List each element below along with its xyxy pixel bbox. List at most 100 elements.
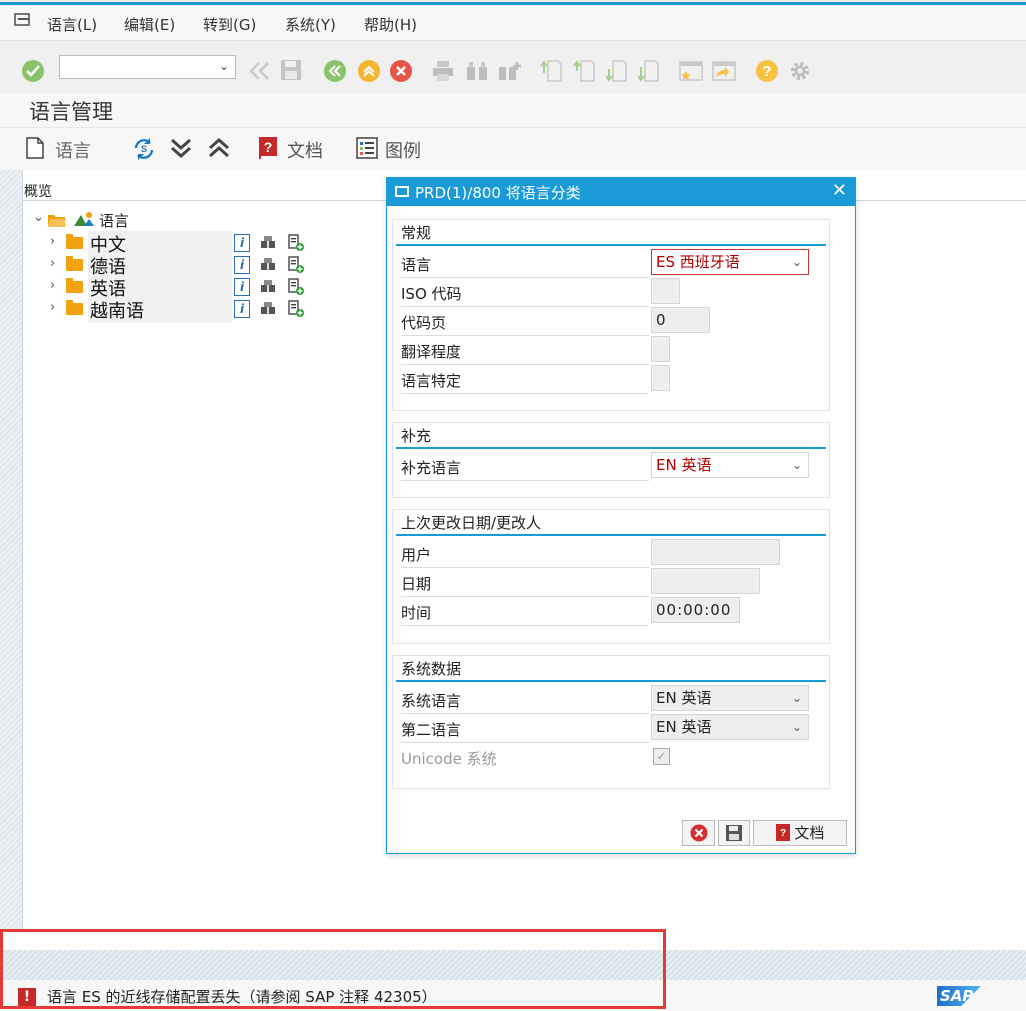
add-list-icon[interactable]: [288, 256, 304, 274]
first-page-icon[interactable]: [540, 59, 562, 83]
date-field[interactable]: [651, 568, 760, 594]
last-page-icon[interactable]: [637, 59, 659, 83]
supplement-row: 补充语言 EN 英语 ⌄: [401, 452, 821, 481]
svg-text:S: S: [141, 144, 147, 154]
user-field[interactable]: [651, 539, 780, 565]
refresh-icon[interactable]: S: [132, 136, 156, 162]
add-list-icon[interactable]: [288, 234, 304, 252]
tree-root[interactable]: ⌄ 语言: [33, 210, 153, 232]
menu-language[interactable]: 语言(L): [47, 14, 97, 35]
group-header: 系统数据: [401, 660, 462, 678]
page-title: 语言管理: [29, 100, 113, 124]
package-icon[interactable]: [260, 301, 276, 315]
find-icon[interactable]: [465, 59, 489, 83]
classify-language-dialog: PRD(1)/800 将语言分类 ✕ 常规 语言 ES 西班牙语 ⌄ ISO 代码…: [386, 177, 856, 854]
unicode-label: Unicode 系统: [401, 750, 497, 768]
back-icon[interactable]: [323, 59, 347, 83]
expand-all-icon[interactable]: [169, 136, 193, 160]
dialog-title-bar[interactable]: PRD(1)/800 将语言分类 ✕: [387, 178, 855, 206]
package-icon[interactable]: [260, 235, 276, 249]
documentation-dialog-label: 文档: [794, 824, 825, 842]
language-tree-icon: [74, 212, 94, 226]
time-field[interactable]: 00:00:00: [651, 597, 740, 623]
error-icon: !: [18, 988, 36, 1006]
menu-icon[interactable]: [14, 12, 32, 28]
save-icon: [726, 825, 742, 841]
documentation-icon: ?: [775, 824, 790, 841]
save-button[interactable]: [718, 820, 750, 846]
next-page-icon[interactable]: [605, 59, 627, 83]
system-language-label: 系统语言: [401, 690, 649, 714]
second-language-label: 第二语言: [401, 719, 649, 743]
chevron-down-icon: ⌄: [791, 458, 802, 472]
expand-chevron-icon[interactable]: ›: [50, 278, 55, 293]
group-header: 上次更改日期/更改人: [401, 514, 542, 532]
back-double-icon[interactable]: [248, 61, 272, 81]
unicode-checkbox[interactable]: ✓: [653, 748, 670, 765]
dialog-window-icon: [395, 186, 409, 197]
settings-icon[interactable]: [788, 59, 812, 83]
cancel-button[interactable]: [682, 820, 715, 846]
menu-goto[interactable]: 转到(G): [203, 14, 256, 35]
menu-help[interactable]: 帮助(H): [364, 14, 417, 35]
expand-chevron-icon[interactable]: ›: [50, 256, 55, 271]
prev-page-icon[interactable]: [573, 59, 595, 83]
info-icon[interactable]: i: [234, 300, 250, 318]
specific-field[interactable]: [651, 365, 670, 391]
translation-label: 翻译程度: [401, 341, 649, 365]
language-label: 语言: [401, 254, 649, 278]
menu-bar: 语言(L) 编辑(E) 转到(G) 系统(Y) 帮助(H): [0, 6, 1026, 41]
system-language-select[interactable]: EN 英语 ⌄: [651, 685, 809, 711]
translation-field[interactable]: [651, 336, 670, 362]
iso-row: ISO 代码: [401, 278, 821, 307]
supplement-select[interactable]: EN 英语 ⌄: [651, 452, 809, 478]
info-icon[interactable]: i: [234, 278, 250, 296]
add-list-icon[interactable]: [288, 278, 304, 296]
dialog-title: PRD(1)/800 将语言分类: [415, 184, 581, 202]
package-icon[interactable]: [260, 279, 276, 293]
new-language-label: 语言: [55, 141, 91, 162]
language-select[interactable]: ES 西班牙语 ⌄: [651, 249, 809, 275]
codepage-row: 代码页 0: [401, 307, 821, 336]
collapse-chevron-icon[interactable]: ⌄: [33, 210, 44, 225]
save-icon[interactable]: [280, 59, 302, 81]
cancel-icon: [690, 824, 707, 842]
exit-icon[interactable]: [357, 59, 381, 83]
expand-chevron-icon[interactable]: ›: [50, 234, 55, 249]
open-folder-icon: [48, 215, 66, 227]
legend-icon: [356, 137, 378, 159]
title-bar: 语言管理: [0, 93, 1026, 128]
group-header: 常规: [401, 224, 432, 242]
status-message[interactable]: 语言 ES 的近线存储配置丢失（请参阅 SAP 注释 42305）: [47, 986, 437, 1007]
chevron-down-icon: ⌄: [791, 720, 802, 734]
enter-check-icon[interactable]: [21, 59, 45, 83]
cancel-icon[interactable]: [389, 59, 413, 83]
find-next-icon[interactable]: [497, 59, 523, 83]
date-row: 日期: [401, 568, 821, 597]
package-icon[interactable]: [260, 257, 276, 271]
codepage-field[interactable]: 0: [651, 307, 710, 333]
iso-field[interactable]: [651, 278, 680, 304]
application-toolbar: 语言 S ? 文档 图例: [0, 128, 1026, 171]
menu-edit[interactable]: 编辑(E): [124, 14, 175, 35]
specific-label: 语言特定: [401, 370, 649, 394]
supplement-value: EN 英语: [656, 456, 712, 474]
shortcut-icon[interactable]: [711, 59, 737, 83]
new-session-icon[interactable]: [678, 59, 704, 83]
collapse-all-icon[interactable]: [207, 136, 231, 160]
expand-chevron-icon[interactable]: ›: [50, 300, 55, 315]
help-icon[interactable]: ?: [755, 59, 779, 83]
overview-title: 概览: [24, 184, 52, 200]
documentation-dialog-button[interactable]: ? 文档: [753, 820, 847, 846]
info-icon[interactable]: i: [234, 234, 250, 252]
documentation-icon: ?: [259, 137, 277, 159]
command-field[interactable]: ⌄: [59, 55, 236, 79]
add-list-icon[interactable]: [288, 300, 304, 318]
svg-text:?: ?: [264, 139, 273, 155]
menu-system[interactable]: 系统(Y): [285, 14, 336, 35]
info-icon[interactable]: i: [234, 256, 250, 274]
print-icon[interactable]: [431, 59, 455, 83]
close-icon[interactable]: ✕: [832, 180, 847, 201]
second-language-select[interactable]: EN 英语 ⌄: [651, 714, 809, 740]
time-label: 时间: [401, 602, 649, 626]
